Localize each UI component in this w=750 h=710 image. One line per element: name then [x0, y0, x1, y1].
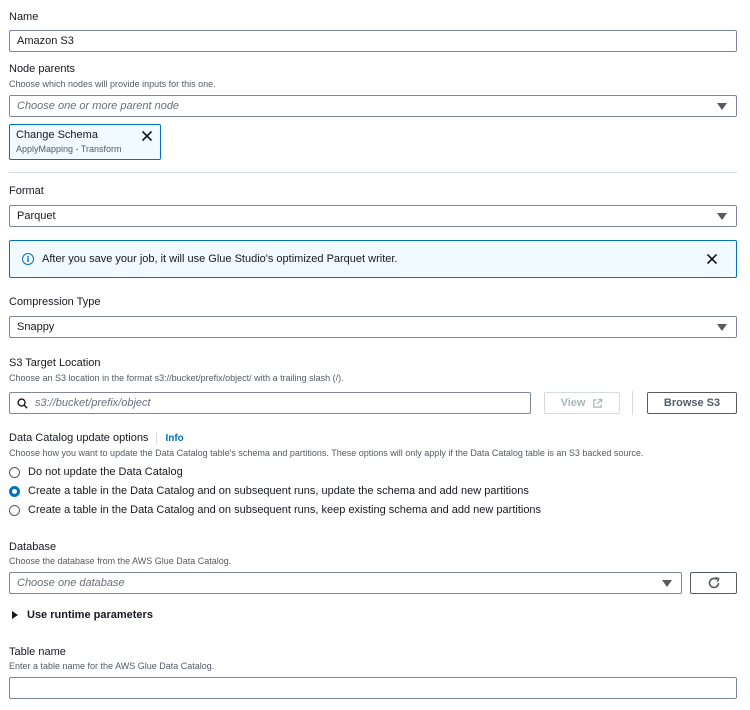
view-button-label: View	[560, 397, 586, 409]
catalog-option-keep-schema[interactable]: Create a table in the Data Catalog and o…	[9, 504, 541, 516]
view-button[interactable]: View	[544, 392, 620, 414]
catalog-update-description: Choose how you want to update the Data C…	[9, 448, 644, 458]
table-name-label: Table name	[9, 646, 66, 658]
s3-location-input[interactable]: s3://bucket/prefix/object	[9, 392, 531, 414]
compression-value: Snappy	[17, 321, 55, 333]
caret-down-icon	[717, 103, 727, 110]
refresh-icon	[707, 576, 721, 590]
table-name-description: Enter a table name for the AWS Glue Data…	[9, 661, 215, 671]
catalog-update-label: Data Catalog update options	[9, 432, 149, 444]
button-separator	[632, 391, 633, 415]
compression-label: Compression Type	[9, 296, 101, 308]
runtime-parameters-label: Use runtime parameters	[27, 609, 153, 621]
section-divider	[9, 172, 737, 173]
format-select[interactable]: Parquet	[9, 205, 737, 227]
external-link-icon	[592, 398, 603, 409]
name-input[interactable]: Amazon S3	[9, 30, 737, 52]
info-link[interactable]: Info	[165, 433, 183, 444]
radio-button[interactable]	[9, 466, 20, 478]
radio-button[interactable]	[9, 504, 20, 516]
runtime-parameters-expander[interactable]: Use runtime parameters	[12, 609, 153, 621]
label-separator	[156, 432, 158, 444]
catalog-option-no-update[interactable]: Do not update the Data Catalog	[9, 466, 183, 478]
format-label: Format	[9, 185, 44, 197]
database-description: Choose the database from the AWS Glue Da…	[9, 556, 232, 566]
s3-location-placeholder: s3://bucket/prefix/object	[35, 397, 151, 409]
node-parents-placeholder: Choose one or more parent node	[17, 100, 180, 112]
catalog-update-header: Data Catalog update options Info	[9, 432, 184, 444]
compression-select[interactable]: Snappy	[9, 316, 737, 338]
radio-button-selected[interactable]	[9, 485, 20, 497]
node-parents-select[interactable]: Choose one or more parent node	[9, 95, 737, 117]
search-icon	[17, 397, 28, 409]
close-icon[interactable]	[706, 253, 718, 268]
token-subtitle: ApplyMapping - Transform	[16, 144, 122, 154]
caret-down-icon	[717, 324, 727, 331]
caret-right-icon	[12, 611, 18, 619]
browse-s3-button-label: Browse S3	[663, 397, 721, 409]
node-parents-label: Node parents	[9, 63, 76, 75]
browse-s3-button[interactable]: Browse S3	[647, 392, 737, 414]
node-parents-description: Choose which nodes will provide inputs f…	[9, 79, 216, 89]
format-value: Parquet	[17, 210, 56, 222]
s3-target-label: S3 Target Location	[9, 357, 101, 369]
parent-node-token: Change Schema ApplyMapping - Transform	[9, 124, 161, 160]
refresh-button[interactable]	[690, 572, 737, 594]
catalog-option-update-schema[interactable]: Create a table in the Data Catalog and o…	[9, 485, 529, 497]
s3-target-description: Choose an S3 location in the format s3:/…	[9, 373, 344, 383]
radio-label: Do not update the Data Catalog	[28, 466, 183, 478]
token-title: Change Schema	[16, 129, 98, 141]
close-icon[interactable]	[141, 129, 153, 147]
caret-down-icon	[662, 580, 672, 587]
database-label: Database	[9, 541, 57, 553]
info-icon: i	[22, 253, 34, 265]
radio-label: Create a table in the Data Catalog and o…	[28, 485, 529, 497]
name-input-value: Amazon S3	[17, 35, 74, 47]
table-name-input[interactable]	[9, 677, 737, 699]
radio-label: Create a table in the Data Catalog and o…	[28, 504, 542, 516]
info-alert-message: After you save your job, it will use Glu…	[42, 253, 398, 265]
database-placeholder: Choose one database	[17, 577, 125, 589]
caret-down-icon	[717, 213, 727, 220]
info-alert: i After you save your job, it will use G…	[9, 240, 737, 278]
name-label: Name	[9, 11, 39, 23]
database-select[interactable]: Choose one database	[9, 572, 682, 594]
